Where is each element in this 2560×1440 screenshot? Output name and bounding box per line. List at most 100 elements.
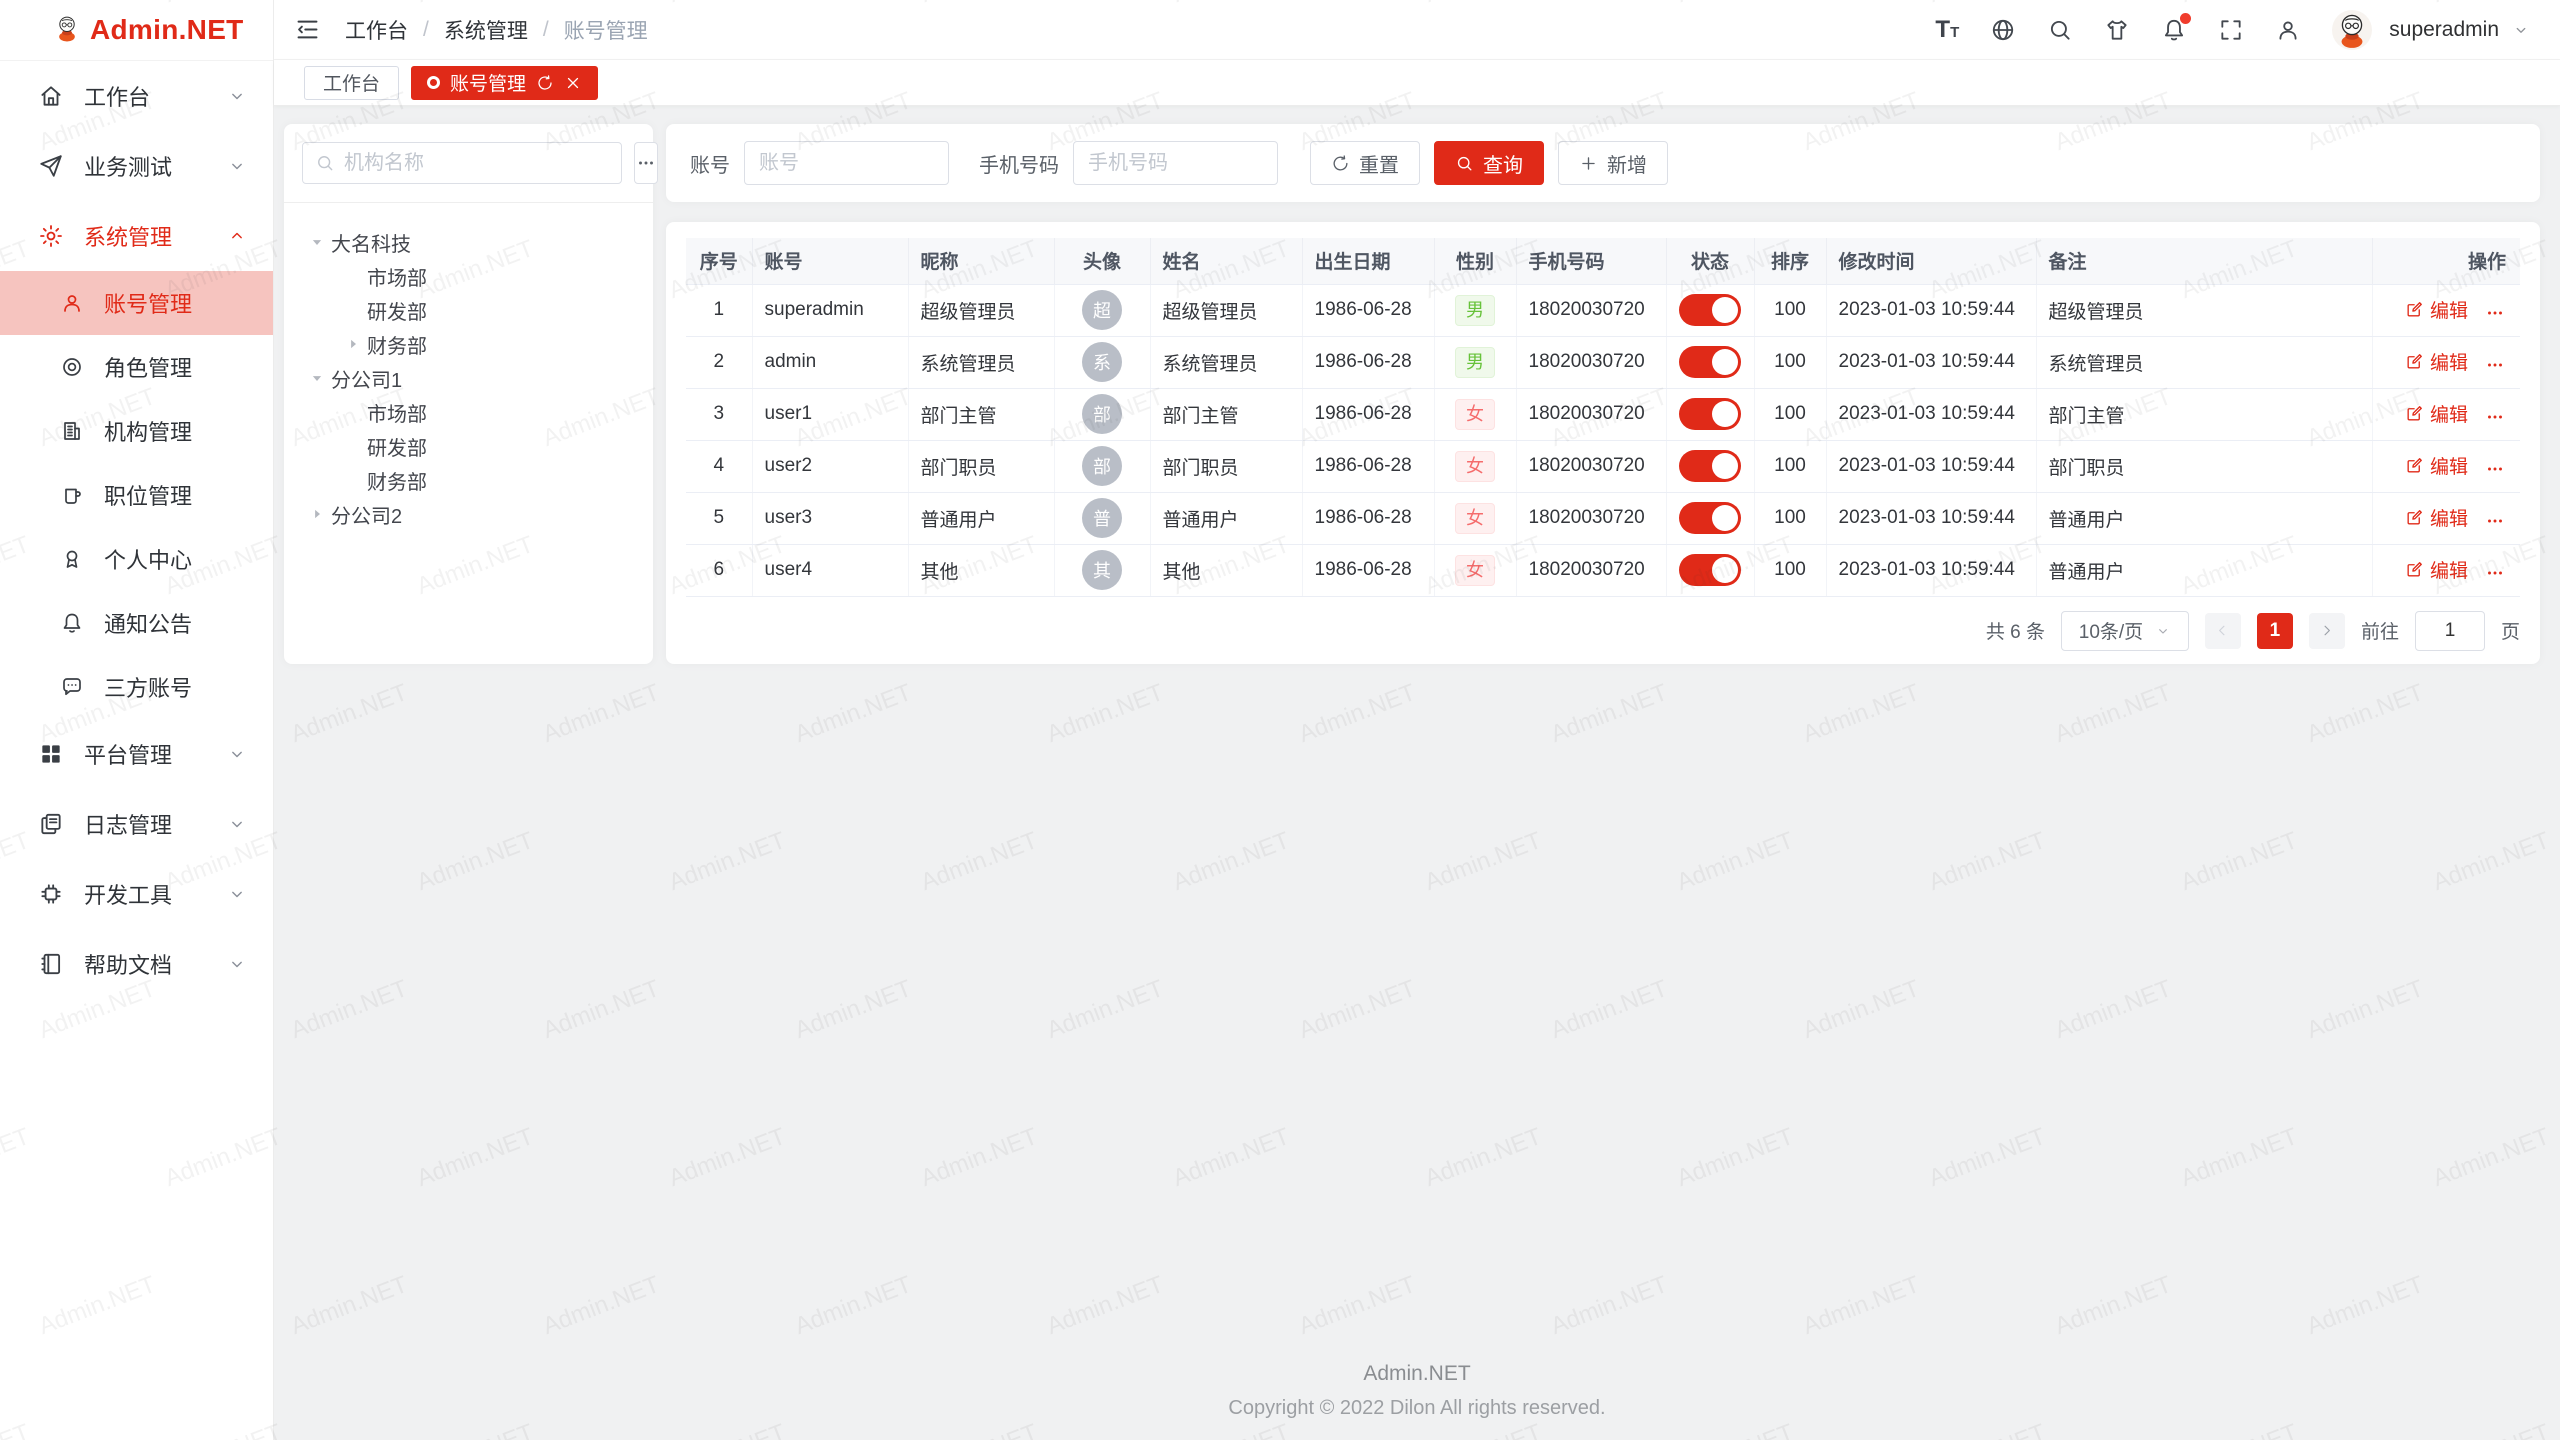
close-icon[interactable] bbox=[564, 74, 582, 92]
page-1-button[interactable]: 1 bbox=[2257, 613, 2293, 649]
username[interactable]: superadmin bbox=[2389, 18, 2499, 42]
tree-node[interactable]: 大名科技 bbox=[302, 225, 635, 259]
notification-icon[interactable] bbox=[2161, 17, 2187, 43]
cell-account: user2 bbox=[752, 440, 908, 492]
sidebar-item-gear[interactable]: 系统管理 bbox=[0, 201, 273, 271]
theme-icon[interactable] bbox=[2104, 17, 2130, 43]
logo[interactable]: Admin.NET bbox=[0, 0, 273, 61]
user-avatar[interactable] bbox=[2332, 10, 2372, 50]
org-search-field[interactable] bbox=[344, 152, 609, 175]
status-toggle[interactable] bbox=[1679, 294, 1741, 326]
table-row: 6user4其他其其他1986-06-28女180200307201002023… bbox=[686, 544, 2520, 596]
caret-icon[interactable] bbox=[308, 369, 326, 387]
menu-fold-icon[interactable] bbox=[294, 16, 321, 43]
cell-birthday: 1986-06-28 bbox=[1302, 492, 1434, 544]
cell-status bbox=[1666, 388, 1754, 440]
row-more-button[interactable] bbox=[2484, 354, 2506, 376]
reset-button[interactable]: 重置 bbox=[1310, 141, 1420, 185]
search-icon[interactable] bbox=[2047, 17, 2073, 43]
phone-input[interactable] bbox=[1073, 141, 1278, 185]
caret-icon[interactable] bbox=[308, 505, 326, 523]
row-more-button[interactable] bbox=[2484, 302, 2506, 324]
org-more-button[interactable] bbox=[634, 142, 658, 184]
fullscreen-icon[interactable] bbox=[2218, 17, 2244, 43]
cell-phone: 18020030720 bbox=[1516, 544, 1666, 596]
search-icon bbox=[1455, 154, 1474, 173]
grid-icon bbox=[38, 741, 64, 767]
breadcrumb-item[interactable]: 工作台 bbox=[345, 15, 408, 45]
breadcrumb-separator: / bbox=[423, 18, 429, 42]
status-toggle[interactable] bbox=[1679, 502, 1741, 534]
row-more-button[interactable] bbox=[2484, 562, 2506, 584]
caret-icon[interactable] bbox=[308, 233, 326, 251]
cell-name: 超级管理员 bbox=[1150, 284, 1302, 336]
tree-node-label: 分公司1 bbox=[331, 364, 402, 393]
avatar: 超 bbox=[1082, 290, 1122, 330]
tree-node[interactable]: 财务部 bbox=[302, 327, 635, 361]
sidebar-item-home[interactable]: 工作台 bbox=[0, 61, 273, 131]
main-area: 工作台 / 系统管理 / 账号管理 TT superadmin bbox=[274, 0, 2560, 1440]
sidebar-item-book[interactable]: 帮助文档 bbox=[0, 929, 273, 999]
refresh-icon[interactable] bbox=[536, 74, 554, 92]
sidebar-item-send[interactable]: 业务测试 bbox=[0, 131, 273, 201]
status-toggle[interactable] bbox=[1679, 346, 1741, 378]
sidebar-item-label: 三方账号 bbox=[104, 671, 192, 703]
row-more-button[interactable] bbox=[2484, 406, 2506, 428]
search-button[interactable]: 查询 bbox=[1434, 141, 1544, 185]
status-toggle[interactable] bbox=[1679, 554, 1741, 586]
status-toggle[interactable] bbox=[1679, 450, 1741, 482]
edit-button[interactable]: 编辑 bbox=[2405, 348, 2468, 375]
chevron-down-icon[interactable] bbox=[2512, 21, 2530, 39]
breadcrumb-item[interactable]: 系统管理 bbox=[444, 15, 528, 45]
cell-name: 普通用户 bbox=[1150, 492, 1302, 544]
column-header: 状态 bbox=[1666, 238, 1754, 284]
sidebar-item-bell[interactable]: 通知公告 bbox=[0, 591, 273, 655]
sidebar-item-org[interactable]: 机构管理 bbox=[0, 399, 273, 463]
tree-node[interactable]: 市场部 bbox=[302, 259, 635, 293]
tab-account-management[interactable]: 账号管理 bbox=[411, 66, 598, 100]
status-toggle[interactable] bbox=[1679, 398, 1741, 430]
edit-button[interactable]: 编辑 bbox=[2405, 400, 2468, 427]
tree-node[interactable]: 分公司1 bbox=[302, 361, 635, 395]
tab-bar: 工作台 账号管理 bbox=[274, 60, 2560, 106]
tree-node[interactable]: 财务部 bbox=[302, 463, 635, 497]
sidebar-item-role[interactable]: 角色管理 bbox=[0, 335, 273, 399]
row-more-button[interactable] bbox=[2484, 458, 2506, 480]
footer-copyright: Copyright © 2022 Dilon All rights reserv… bbox=[274, 1397, 2560, 1420]
edit-button[interactable]: 编辑 bbox=[2405, 556, 2468, 583]
account-label: 账号 bbox=[690, 149, 730, 178]
edit-button[interactable]: 编辑 bbox=[2405, 296, 2468, 323]
prev-page-button[interactable] bbox=[2205, 613, 2241, 649]
tree-node[interactable]: 研发部 bbox=[302, 429, 635, 463]
sidebar-item-profile[interactable]: 个人中心 bbox=[0, 527, 273, 591]
tree-node[interactable]: 分公司2 bbox=[302, 497, 635, 531]
cell-index: 4 bbox=[686, 440, 752, 492]
language-icon[interactable] bbox=[1990, 17, 2016, 43]
edit-button[interactable]: 编辑 bbox=[2405, 452, 2468, 479]
tree-node[interactable]: 研发部 bbox=[302, 293, 635, 327]
sidebar-item-logs[interactable]: 日志管理 bbox=[0, 789, 273, 859]
tree-node-label: 市场部 bbox=[367, 398, 427, 427]
sidebar-item-grid[interactable]: 平台管理 bbox=[0, 719, 273, 789]
sidebar-item-user[interactable]: 账号管理 bbox=[0, 271, 273, 335]
sidebar-item-chip[interactable]: 开发工具 bbox=[0, 859, 273, 929]
add-button[interactable]: 新增 bbox=[1558, 141, 1668, 185]
edit-button[interactable]: 编辑 bbox=[2405, 504, 2468, 531]
caret-icon[interactable] bbox=[344, 335, 362, 353]
org-search-input[interactable] bbox=[302, 142, 622, 184]
account-input[interactable] bbox=[744, 141, 949, 185]
row-more-button[interactable] bbox=[2484, 510, 2506, 532]
font-size-icon[interactable]: TT bbox=[1935, 17, 1959, 43]
tab-workbench[interactable]: 工作台 bbox=[304, 66, 399, 100]
next-page-button[interactable] bbox=[2309, 613, 2345, 649]
goto-page-input[interactable] bbox=[2415, 611, 2485, 651]
tree-node[interactable]: 市场部 bbox=[302, 395, 635, 429]
profile-icon[interactable] bbox=[2275, 17, 2301, 43]
page-size-select[interactable]: 10条/页 bbox=[2061, 611, 2189, 651]
table-row: 1superadmin超级管理员超超级管理员1986-06-28男1802003… bbox=[686, 284, 2520, 336]
column-header: 操作 bbox=[2372, 238, 2520, 284]
chat-icon bbox=[60, 675, 84, 699]
cell-phone: 18020030720 bbox=[1516, 336, 1666, 388]
sidebar-item-position[interactable]: 职位管理 bbox=[0, 463, 273, 527]
sidebar-item-chat[interactable]: 三方账号 bbox=[0, 655, 273, 719]
